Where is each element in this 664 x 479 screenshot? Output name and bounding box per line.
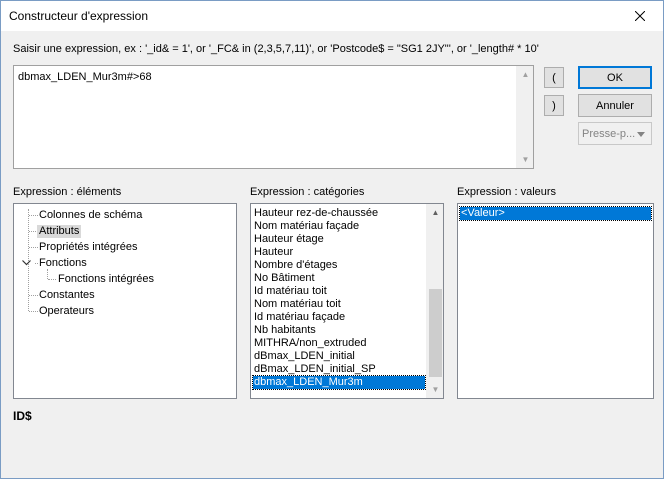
- values-list[interactable]: <Valeur>: [457, 203, 654, 399]
- list-item[interactable]: Nom matériau toit: [253, 298, 425, 311]
- categories-label: Expression : catégories: [250, 186, 365, 198]
- categories-list[interactable]: Hauteur rez-de-chaussée Nom matériau faç…: [250, 203, 444, 399]
- tree-item-colonnes-schema[interactable]: Colonnes de schéma: [39, 209, 142, 222]
- tree-guide-line: [29, 247, 38, 248]
- dropdown-arrow-icon: [637, 132, 645, 137]
- list-item-selected[interactable]: dbmax_LDEN_Mur3m: [252, 375, 426, 390]
- tree-guide-line: [29, 295, 38, 296]
- status-text: ID$: [13, 409, 32, 423]
- elements-label: Expression : éléments: [13, 186, 122, 198]
- tree-item-constantes[interactable]: Constantes: [39, 289, 95, 302]
- list-item[interactable]: Hauteur: [253, 246, 425, 259]
- chevron-down-icon[interactable]: [22, 260, 31, 266]
- tree-item-operateurs[interactable]: Operateurs: [39, 305, 94, 318]
- close-paren-button[interactable]: ): [544, 95, 564, 116]
- list-item[interactable]: dBmax_LDEN_initial: [253, 350, 425, 363]
- window-title: Constructeur d'expression: [9, 9, 149, 23]
- values-label: Expression : valeurs: [457, 186, 557, 198]
- scroll-up-arrow-icon[interactable]: ▲: [427, 204, 443, 221]
- list-item[interactable]: Nom matériau façade: [253, 220, 425, 233]
- scroll-down-arrow-icon[interactable]: ▼: [427, 381, 443, 398]
- list-item[interactable]: Id matériau toit: [253, 285, 425, 298]
- tree-item-proprietes-integrees[interactable]: Propriétés intégrées: [39, 241, 137, 254]
- ok-button[interactable]: OK: [578, 66, 652, 89]
- title-bar: Constructeur d'expression: [1, 1, 663, 31]
- list-item[interactable]: Id matériau façade: [253, 311, 425, 324]
- expression-builder-dialog: Constructeur d'expression Saisir une exp…: [0, 0, 664, 479]
- list-item[interactable]: Hauteur étage: [253, 233, 425, 246]
- list-item[interactable]: Nombre d'étages: [253, 259, 425, 272]
- tree-guide-line: [29, 215, 38, 216]
- list-item-selected[interactable]: <Valeur>: [459, 206, 652, 221]
- tree-item-attributs[interactable]: Attributs: [37, 225, 82, 238]
- scroll-down-arrow-icon[interactable]: ▼: [517, 151, 534, 168]
- tree-guide-line: [29, 311, 38, 312]
- scroll-up-arrow-icon[interactable]: ▲: [517, 66, 534, 83]
- scrollbar-thumb[interactable]: [429, 289, 442, 377]
- paste-button-label: Presse-p...: [582, 127, 636, 140]
- tree-guide-line: [48, 279, 56, 280]
- paste-dropdown-button[interactable]: Presse-p...: [578, 122, 652, 145]
- expression-input[interactable]: dbmax_LDEN_Mur3m#>68 ▲ ▼: [13, 65, 534, 169]
- open-paren-button[interactable]: (: [544, 67, 564, 88]
- tree-item-fonctions[interactable]: Fonctions: [39, 257, 87, 270]
- elements-tree[interactable]: Colonnes de schéma Attributs Propriétés …: [13, 203, 237, 399]
- close-icon: [635, 11, 645, 21]
- categories-scrollbar[interactable]: ▲ ▼: [426, 204, 443, 398]
- instruction-text: Saisir une expression, ex : '_id& = 1', …: [13, 43, 539, 55]
- tree-guide-line: [47, 269, 48, 279]
- close-button[interactable]: [617, 1, 663, 31]
- tree-guide-line: [35, 263, 38, 264]
- cancel-button[interactable]: Annuler: [578, 94, 652, 117]
- list-item[interactable]: MITHRA/non_extruded: [253, 337, 425, 350]
- list-item[interactable]: Nb habitants: [253, 324, 425, 337]
- list-item[interactable]: dBmax_LDEN_initial_SP: [253, 363, 425, 376]
- list-item[interactable]: No Bâtiment: [253, 272, 425, 285]
- list-item[interactable]: Hauteur rez-de-chaussée: [253, 207, 425, 220]
- expression-value: dbmax_LDEN_Mur3m#>68: [18, 71, 152, 83]
- expression-scrollbar[interactable]: ▲ ▼: [516, 66, 533, 168]
- tree-item-fonctions-integrees[interactable]: Fonctions intégrées: [58, 273, 154, 286]
